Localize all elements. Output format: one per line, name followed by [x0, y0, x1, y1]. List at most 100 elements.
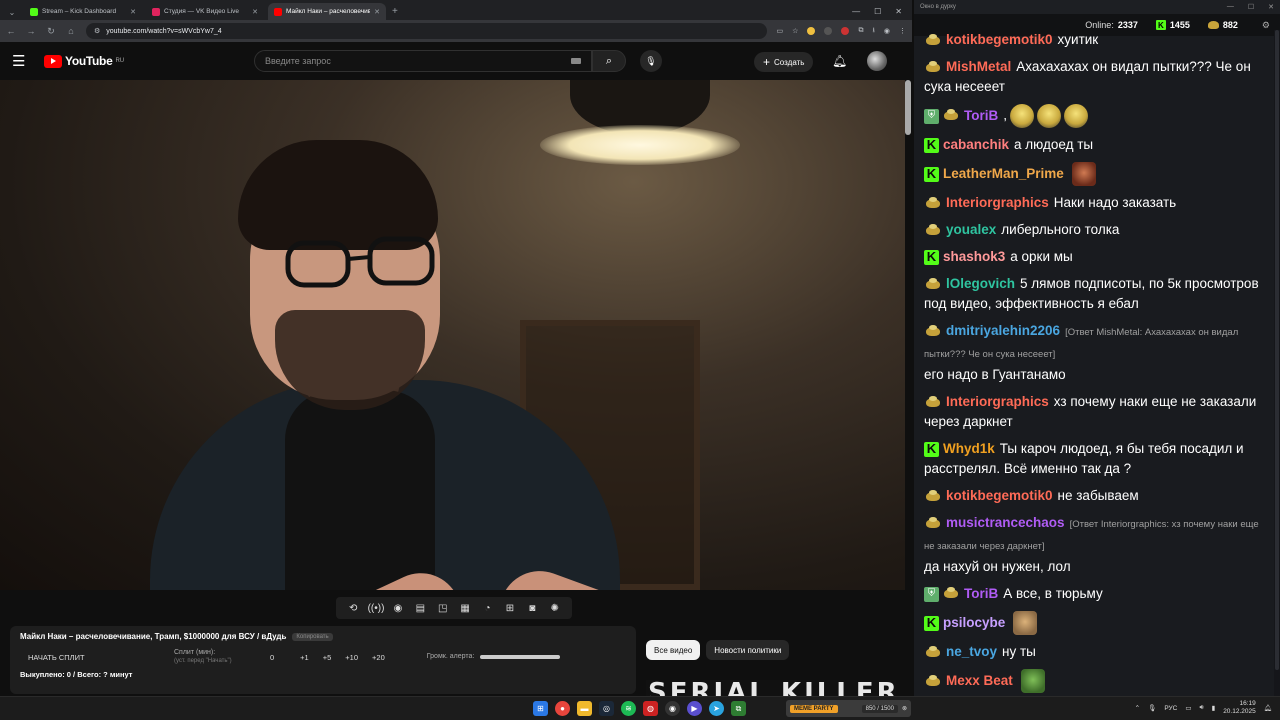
spotify-icon[interactable]: ≋	[621, 701, 636, 716]
chat-username[interactable]: dmitriyalehin2206	[946, 323, 1060, 338]
camera-icon[interactable]: ◙	[524, 603, 540, 614]
explorer-icon[interactable]: ▬	[577, 701, 592, 716]
extension-icon[interactable]	[824, 27, 833, 35]
chat-username[interactable]: Whyd1k	[943, 441, 995, 456]
browser-tab[interactable]: Студия — VK Видео Live ✕	[146, 3, 264, 20]
broadcast-icon[interactable]: ((•))	[368, 603, 385, 614]
minimize-icon[interactable]: —	[1227, 3, 1234, 11]
download-icon[interactable]: ⭳	[872, 26, 874, 37]
search-input[interactable]: Введите запрос	[254, 50, 592, 72]
maximize-icon[interactable]: ☐	[1248, 3, 1254, 11]
step-button[interactable]: +1	[300, 653, 309, 662]
chip-politics-news[interactable]: Новости политики	[706, 640, 790, 660]
chat-username[interactable]: kotikbegemotik0	[946, 32, 1053, 47]
network-icon[interactable]: ▭	[1185, 704, 1191, 712]
start-split-button[interactable]: НАЧАТЬ СПЛИТ	[20, 649, 174, 662]
browser-tab[interactable]: Майкл Наки – расчеловечиван...✕	[268, 3, 386, 20]
chat-username[interactable]: shashok3	[943, 249, 1005, 264]
tab-close-icon[interactable]: ✕	[130, 8, 136, 16]
speed-icon[interactable]: ◔	[480, 603, 496, 614]
clock[interactable]: 16:19 20.12.2025	[1223, 700, 1256, 716]
bookmark-icon[interactable]: ☆	[792, 27, 798, 35]
film-icon[interactable]: ▦	[457, 603, 473, 614]
split-value[interactable]: 0	[270, 653, 274, 662]
notifications-icon[interactable]: 🔔︎	[1264, 704, 1272, 712]
chrome-icon[interactable]: ●	[555, 701, 570, 716]
minimize-icon[interactable]: —	[852, 7, 860, 16]
add-icon[interactable]: ⊞	[502, 603, 518, 614]
cast-icon[interactable]: ▭	[777, 27, 784, 35]
home-icon[interactable]: ⌂	[66, 26, 76, 36]
battery-icon[interactable]: ▮	[1212, 704, 1216, 712]
alert-volume-slider[interactable]	[480, 654, 561, 659]
browser-tab[interactable]: Stream – Kick Dashboard ✕	[24, 3, 142, 20]
youtube-logo[interactable]: YouTube RU	[44, 54, 124, 68]
chat-username[interactable]: cabanchik	[943, 137, 1009, 152]
tray-chevron-icon[interactable]: ⌃	[1135, 704, 1140, 712]
extension-icon[interactable]	[841, 27, 850, 35]
reload-icon[interactable]: ↻	[46, 26, 56, 37]
chat-username[interactable]: lOlegovich	[946, 276, 1015, 291]
page-scrollbar[interactable]	[905, 80, 911, 135]
step-button[interactable]: +10	[345, 653, 358, 662]
chat-scrollbar[interactable]	[1274, 30, 1280, 696]
profile-icon[interactable]: ◉	[884, 27, 890, 35]
avatar[interactable]	[867, 51, 887, 71]
volume-icon[interactable]: 🔊︎	[1200, 704, 1204, 712]
app-icon[interactable]: ◍	[643, 701, 658, 716]
close-icon[interactable]: ✕	[895, 7, 902, 16]
meme-party-widget[interactable]: МЕМЕ PARTY 850 / 1500 ⊗	[786, 700, 911, 717]
pip-icon[interactable]: ◳	[435, 603, 451, 614]
media-player-icon[interactable]: ▶	[687, 701, 702, 716]
chat-username[interactable]: Mexx Beat	[946, 673, 1013, 688]
notifications-bell-icon[interactable]: 🔔︎	[832, 54, 847, 68]
maximize-icon[interactable]: ☐	[874, 7, 881, 16]
gear-icon[interactable]: ✺	[547, 603, 563, 614]
forward-icon[interactable]: →	[26, 26, 36, 36]
copy-button[interactable]: Копировать	[292, 632, 333, 641]
chat-username[interactable]: musictrancechaos	[946, 515, 1065, 530]
chat-username[interactable]: youalex	[946, 222, 996, 237]
url-field[interactable]: ⚙ youtube.com/watch?v=sWVcbYw7_4	[86, 23, 767, 39]
clapper-icon[interactable]: ▤	[412, 603, 428, 614]
step-button[interactable]: +20	[372, 653, 385, 662]
settings-icon[interactable]: ⚙	[1262, 20, 1270, 31]
eye-icon[interactable]: ◉	[390, 603, 406, 614]
create-button[interactable]: + Создать	[754, 52, 814, 72]
chat-username[interactable]: Interiorgraphics	[946, 195, 1049, 210]
site-info-icon[interactable]: ⚙	[94, 27, 100, 35]
tab-close-icon[interactable]: ✕	[252, 8, 258, 16]
tab-search-icon[interactable]: ⌄	[4, 4, 20, 20]
chat-username[interactable]: MishMetal	[946, 59, 1011, 74]
chat-username[interactable]: ToriB	[964, 108, 998, 123]
chat-username[interactable]: LeatherMan_Prime	[943, 166, 1064, 181]
back-icon[interactable]: ←	[6, 26, 16, 36]
puzzle-icon[interactable]: ⧉	[858, 27, 863, 35]
menu-icon[interactable]: ⋮	[899, 27, 906, 35]
step-button[interactable]: +5	[323, 653, 332, 662]
chip-all-videos[interactable]: Все видео	[646, 640, 701, 660]
lang-indicator[interactable]: РУС	[1164, 705, 1177, 712]
chat-username[interactable]: psilocybe	[943, 615, 1005, 630]
close-icon[interactable]: ✕	[1268, 3, 1274, 11]
mic-icon[interactable]: 🎙︎	[1148, 704, 1156, 712]
keyboard-icon[interactable]	[571, 58, 581, 64]
steam-icon[interactable]: ◎	[599, 701, 614, 716]
chat-username[interactable]: ToriB	[964, 586, 998, 601]
menu-icon[interactable]: ☰	[12, 52, 34, 70]
recommended-thumbnail[interactable]: SERIAL KILLER	[646, 680, 896, 696]
voice-search-button[interactable]: 🎙︎	[640, 50, 662, 72]
loop-icon[interactable]: ⟲	[345, 603, 361, 614]
chat-username[interactable]: kotikbegemotik0	[946, 488, 1053, 503]
video-player[interactable]	[0, 80, 905, 590]
search-button[interactable]: ⌕	[592, 50, 626, 72]
obs-icon[interactable]: ◉	[665, 701, 680, 716]
telegram-icon[interactable]: ➤	[709, 701, 724, 716]
extension-icon[interactable]	[807, 27, 816, 35]
chat-username[interactable]: Interiorgraphics	[946, 394, 1049, 409]
start-icon[interactable]: ⊞	[533, 701, 548, 716]
new-tab-button[interactable]: +	[392, 6, 398, 17]
app-icon[interactable]: ⧉	[731, 701, 746, 716]
chat-username[interactable]: ne_tvoy	[946, 644, 997, 659]
widget-close-icon[interactable]: ⊗	[902, 705, 907, 712]
